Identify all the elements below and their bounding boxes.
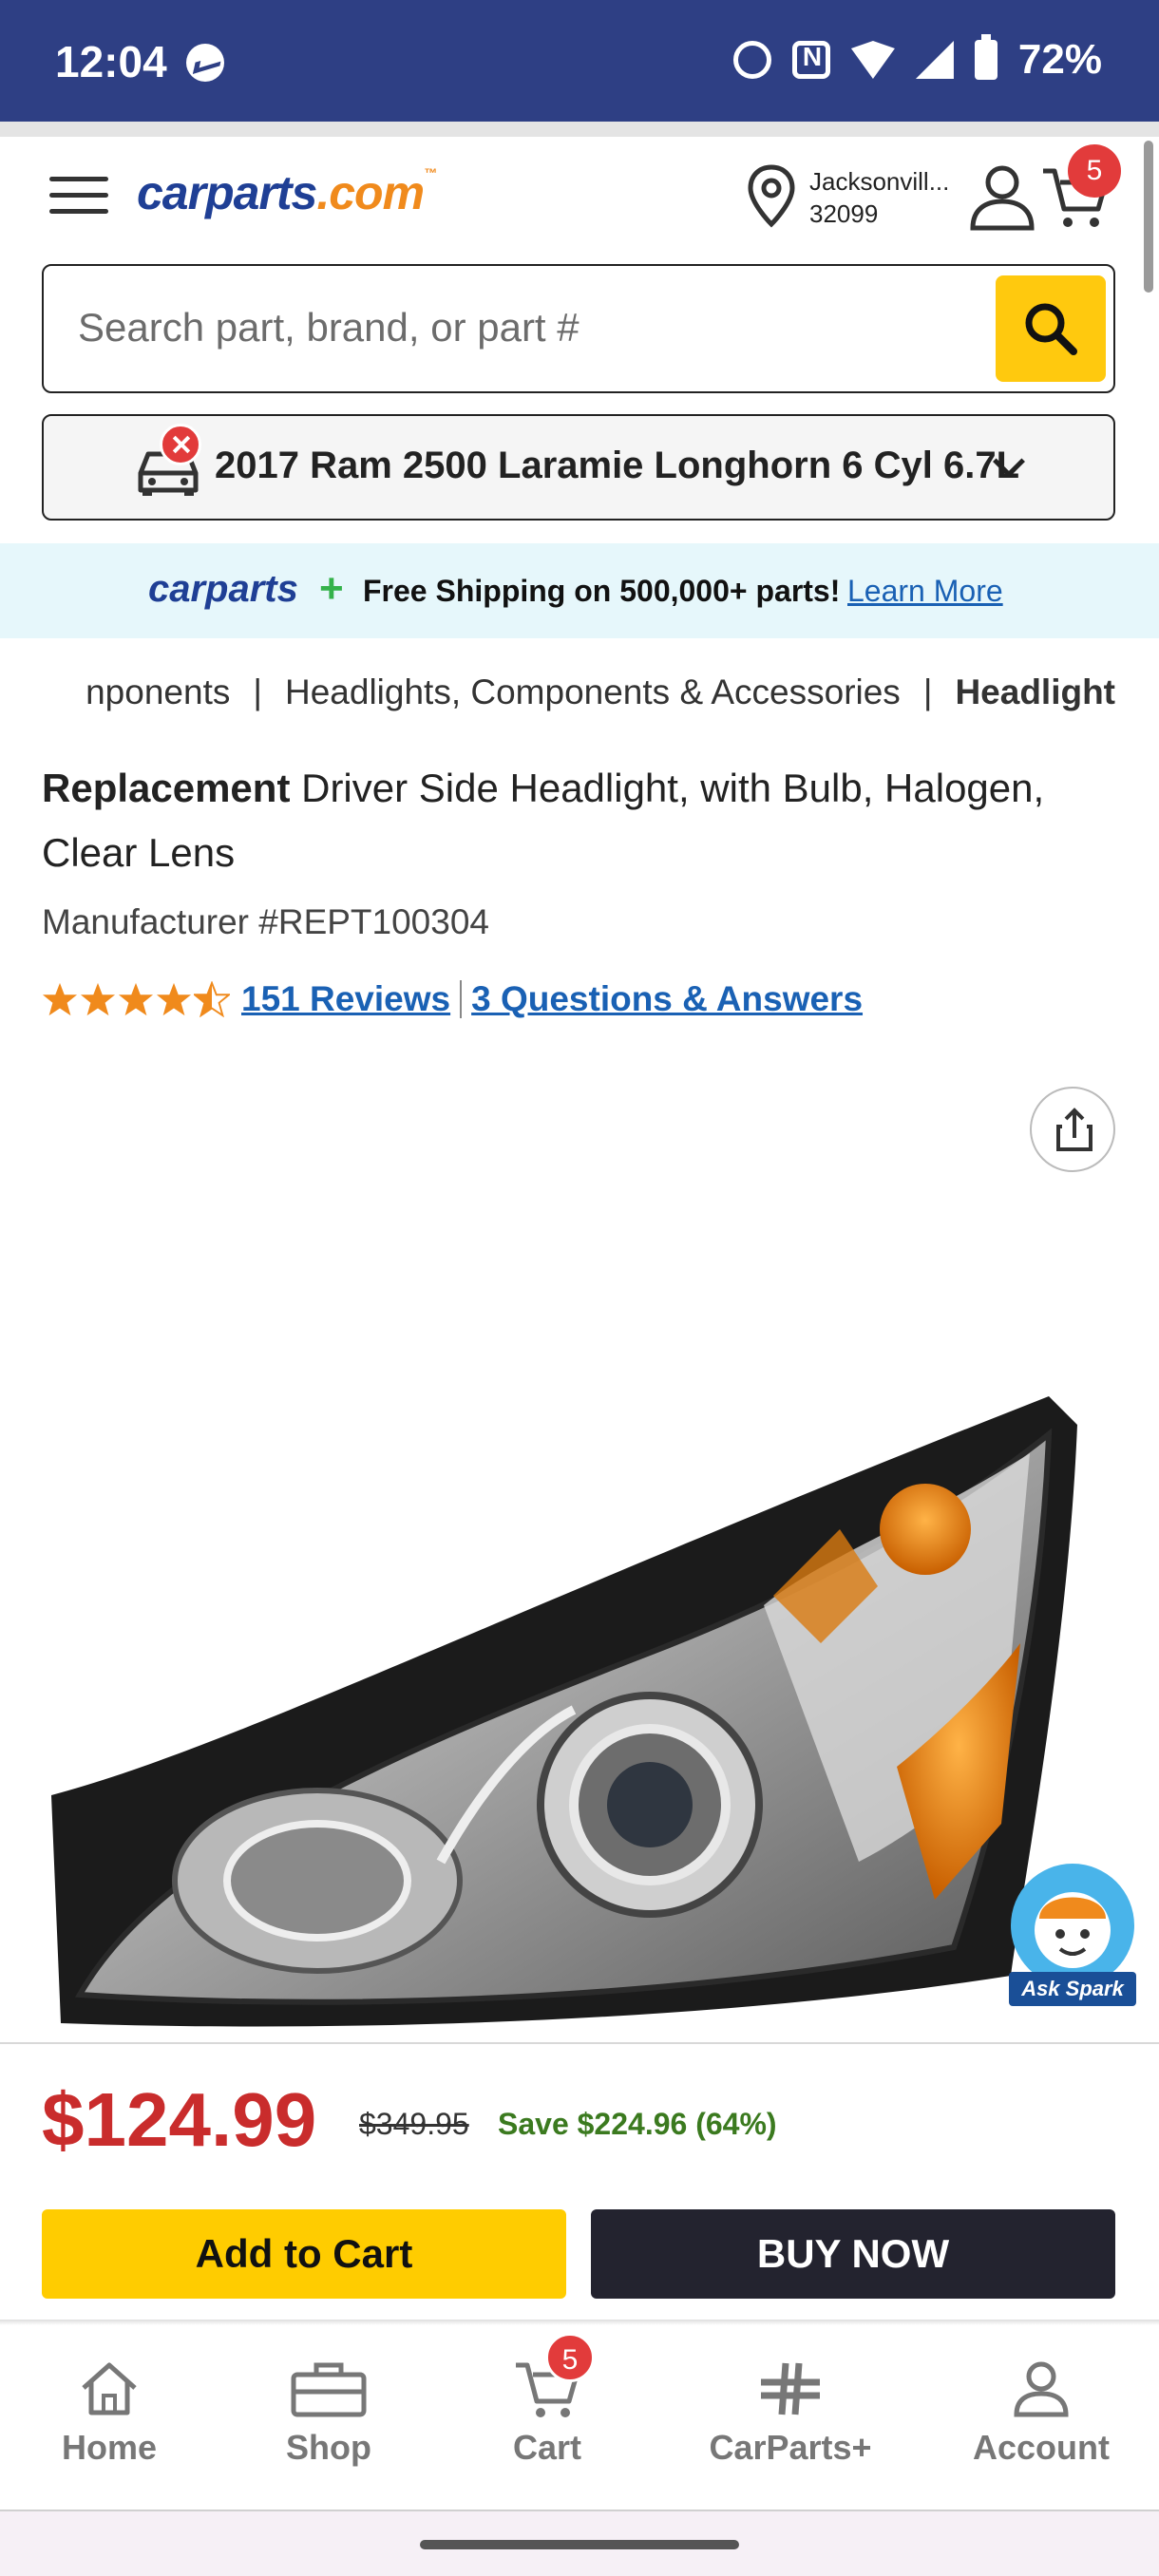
breadcrumb-separator: | [922, 672, 933, 711]
breadcrumb: nponents | Headlights, Components & Access… [42, 672, 1115, 720]
spark-avatar-icon [1011, 1864, 1134, 1987]
divider [0, 122, 1159, 137]
wifi-icon [850, 41, 895, 79]
product-image[interactable] [42, 1368, 1115, 2033]
user-icon[interactable] [967, 161, 1037, 232]
carparts-plus-icon [761, 2362, 820, 2415]
rating-row: 151 Reviews 3 Questions & Answers [42, 973, 863, 1026]
signal-icon [915, 41, 954, 79]
buy-now-button[interactable]: BUY NOW [591, 2209, 1115, 2299]
alarm-icon [732, 41, 771, 79]
nav-shop-label: Shop [286, 2428, 371, 2467]
sale-price: $124.99 [42, 2077, 317, 2162]
divider [0, 2042, 1159, 2044]
battery-icon [974, 34, 998, 80]
nav-carparts-plus-label: CarParts+ [709, 2428, 872, 2467]
logo-tm: ™ [424, 165, 437, 180]
product-title: Replacement Driver Side Headlight, with … [42, 756, 1115, 885]
cart-count-badge[interactable]: 5 [1068, 144, 1121, 198]
questions-link[interactable]: 3 Questions & Answers [471, 979, 863, 1019]
scrollbar[interactable] [1144, 141, 1153, 293]
hamburger-menu-icon[interactable] [49, 177, 108, 218]
breadcrumb-current: Headlight [955, 672, 1115, 711]
account-icon [1014, 2361, 1069, 2417]
star-full-icon [42, 982, 78, 1016]
vehicle-label: 2017 Ram 2500 Laramie Longhorn 6 Cyl 6.7… [215, 445, 1020, 486]
original-price: $349.95 [359, 2107, 469, 2141]
reviews-link[interactable]: 151 Reviews [241, 979, 450, 1019]
nav-home-label: Home [61, 2428, 158, 2467]
breadcrumb-item[interactable]: nponents [86, 672, 230, 711]
ask-spark-button[interactable]: Ask Spark [1009, 1864, 1136, 2006]
status-bar: 12:04 72% [0, 0, 1159, 122]
location-zip: 32099 [809, 199, 879, 228]
nav-home[interactable]: Home [0, 2344, 223, 2496]
breadcrumb-separator: | [253, 672, 262, 711]
search-input[interactable] [78, 266, 990, 389]
home-icon [82, 2362, 137, 2415]
toolbox-icon [291, 2362, 367, 2417]
nav-shop[interactable]: Shop [215, 2344, 443, 2496]
search-button[interactable] [996, 275, 1106, 382]
savings-text: Save $224.96 (64%) [498, 2107, 777, 2141]
nav-cart-label: Cart [512, 2428, 582, 2467]
promo-banner: carparts + Free Shipping on 500,000+ par… [0, 543, 1159, 638]
site-header: carparts.com™ Jacksonvill... 32099 [0, 137, 1159, 251]
share-icon [1056, 1108, 1092, 1151]
battery-percent: 72% [1017, 36, 1102, 83]
share-button[interactable] [1030, 1087, 1115, 1172]
status-icons: 72% [732, 34, 1102, 84]
nfc-icon [791, 41, 830, 79]
divider [460, 980, 463, 1018]
search-icon [1025, 303, 1077, 355]
messenger-icon [186, 44, 224, 82]
promo-text: Free Shipping on 500,000+ parts! [363, 574, 841, 608]
nav-account[interactable]: Account [927, 2344, 1155, 2496]
star-full-icon [118, 982, 154, 1016]
star-rating [42, 981, 230, 1017]
logo-main: carparts [137, 166, 317, 219]
add-to-cart-button[interactable]: Add to Cart [42, 2209, 566, 2299]
vehicle-selector[interactable]: 2017 Ram 2500 Laramie Longhorn 6 Cyl 6.7… [42, 414, 1115, 521]
star-full-icon [80, 982, 116, 1016]
location-city: Jacksonvill... [809, 167, 950, 196]
star-full-icon [156, 982, 192, 1016]
star-half-icon [194, 981, 230, 1017]
logo-suffix: .com [316, 166, 425, 219]
search-bar [42, 264, 1115, 393]
location-selector[interactable]: Jacksonvill... 32099 [809, 165, 949, 230]
site-logo[interactable]: carparts.com™ [137, 165, 437, 220]
carparts-plus-logo: carparts [148, 568, 298, 610]
nav-account-label: Account [973, 2428, 1110, 2467]
nav-carparts-plus[interactable]: CarParts+ [676, 2344, 904, 2496]
home-gesture-bar[interactable] [420, 2540, 739, 2549]
breadcrumb-item[interactable]: Headlights, Components & Accessories [285, 672, 901, 711]
status-time: 12:04 [55, 37, 167, 86]
remove-vehicle-icon[interactable] [160, 424, 201, 465]
location-pin-icon[interactable] [745, 163, 798, 230]
plus-icon: + [319, 565, 344, 612]
ask-spark-label: Ask Spark [1009, 1972, 1136, 2006]
product-brand: Replacement [42, 766, 291, 810]
learn-more-link[interactable]: Learn More [847, 574, 1003, 609]
manufacturer-number: Manufacturer #REPT100304 [42, 902, 489, 941]
cart-count-badge[interactable]: 5 [545, 2333, 595, 2382]
